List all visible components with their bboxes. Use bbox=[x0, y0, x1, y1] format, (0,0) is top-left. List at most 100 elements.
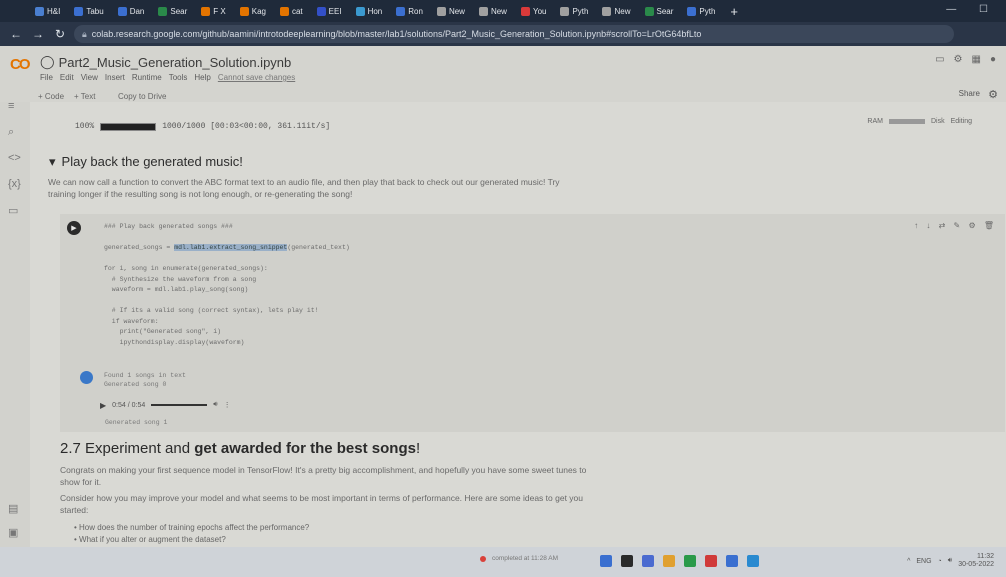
audio-seek-bar[interactable] bbox=[151, 404, 208, 406]
browser-tab[interactable]: You bbox=[516, 3, 552, 19]
browser-tab[interactable]: Dan bbox=[113, 3, 150, 19]
reload-icon[interactable]: ↻ bbox=[52, 27, 68, 41]
volume-icon[interactable]: 🔊︎ bbox=[213, 401, 217, 409]
avatar[interactable]: ● bbox=[990, 54, 996, 65]
code-snippets-icon[interactable]: {x} bbox=[8, 178, 21, 190]
code-editor[interactable]: ### Play back generated songs ### generat… bbox=[104, 222, 350, 348]
play-icon[interactable]: ▶ bbox=[100, 401, 106, 410]
add-text-button[interactable]: + Text bbox=[74, 92, 95, 101]
toc-icon[interactable]: ≡ bbox=[8, 100, 14, 112]
more-options-icon[interactable]: ⋮ bbox=[224, 401, 231, 409]
tab-favicon-icon bbox=[239, 6, 249, 16]
notebook-title-text[interactable]: Part2_Music_Generation_Solution.ipynb bbox=[59, 55, 292, 70]
audio-player[interactable]: ▶ 0:54 / 0:54 🔊︎ ⋮ bbox=[100, 397, 270, 413]
tab-label: You bbox=[532, 6, 547, 16]
cell-toolbar[interactable]: ↑ ↓ ⇄ ✎ ⚙ 🗑︎ bbox=[914, 221, 997, 230]
browser-tab[interactable]: Sear bbox=[640, 3, 679, 19]
section-heading: ▾ Play back the generated music! bbox=[49, 154, 243, 170]
tab-favicon-icon bbox=[560, 6, 570, 16]
search-icon[interactable]: ⌕ bbox=[8, 126, 14, 139]
collapse-chevron-icon[interactable]: ▾ bbox=[49, 154, 56, 170]
progress-fill bbox=[101, 123, 156, 130]
resource-monitor[interactable]: RAM Disk Editing bbox=[867, 118, 972, 125]
new-tab-button[interactable]: + bbox=[724, 3, 744, 19]
editing-label[interactable]: Editing bbox=[951, 118, 972, 125]
browser-tab[interactable]: H&I bbox=[30, 3, 65, 19]
windows-start-icon[interactable] bbox=[600, 555, 612, 567]
menu-view[interactable]: View bbox=[81, 73, 98, 82]
browser-tab[interactable]: New bbox=[597, 3, 635, 19]
tab-favicon-icon bbox=[201, 6, 211, 16]
code-line: waveform = mdl.lab1.play_song(song) bbox=[104, 286, 249, 293]
tab-favicon-icon bbox=[117, 6, 127, 16]
menu-help[interactable]: Help bbox=[194, 73, 210, 82]
chrome-icon[interactable] bbox=[684, 555, 696, 567]
share-button[interactable]: Share bbox=[959, 89, 980, 98]
browser-tab[interactable]: EEI bbox=[312, 3, 347, 19]
tab-favicon-icon bbox=[316, 6, 326, 16]
menu-insert[interactable]: Insert bbox=[105, 73, 125, 82]
menu-bar: File Edit View Insert Runtime Tools Help… bbox=[40, 73, 295, 82]
menu-runtime[interactable]: Runtime bbox=[132, 73, 162, 82]
menu-tools[interactable]: Tools bbox=[169, 73, 188, 82]
search-taskbar-icon[interactable] bbox=[621, 555, 633, 567]
command-palette-icon[interactable]: ▤ bbox=[8, 502, 18, 515]
run-cell-button[interactable]: ▶ bbox=[67, 221, 81, 235]
url-field[interactable]: 🔒︎ colab.research.google.com/github/aami… bbox=[74, 25, 954, 43]
menu-file[interactable]: File bbox=[40, 73, 53, 82]
files-icon[interactable]: ▭ bbox=[8, 204, 18, 217]
clock[interactable]: 11:32 30-05-2022 bbox=[958, 553, 994, 569]
browser-tab[interactable]: cat bbox=[275, 3, 308, 19]
edge-icon[interactable] bbox=[747, 555, 759, 567]
browser-tab[interactable]: Ron bbox=[391, 3, 428, 19]
colab-logo[interactable]: CO bbox=[10, 56, 30, 73]
tab-favicon-icon bbox=[478, 6, 488, 16]
browser-tab[interactable]: New bbox=[432, 3, 470, 19]
experiment-heading: 2.7 Experiment and get awarded for the b… bbox=[60, 440, 420, 457]
notebook-title: ◯ Part2_Music_Generation_Solution.ipynb bbox=[40, 54, 291, 70]
left-sidebar: ≡ ⌕ <> {x} ▭ ▤ ▣ bbox=[0, 100, 30, 547]
github-icon: ◯ bbox=[40, 54, 55, 69]
browser-tab[interactable]: Pyth bbox=[555, 3, 593, 19]
browser-tab[interactable]: Sear bbox=[153, 3, 192, 19]
app-icon[interactable] bbox=[705, 555, 717, 567]
window-controls[interactable]: — ☐ bbox=[946, 4, 998, 15]
browser-tab[interactable]: New bbox=[474, 3, 512, 19]
word-icon[interactable] bbox=[726, 555, 738, 567]
code-cell[interactable]: ▶ ↑ ↓ ⇄ ✎ ⚙ 🗑︎ ### Play back generated s… bbox=[60, 214, 1005, 432]
wifi-icon[interactable]: ◔ bbox=[938, 558, 942, 565]
ram-bar bbox=[888, 119, 925, 124]
speaker-icon[interactable]: 🔊︎ bbox=[948, 557, 952, 565]
tab-label: Tabu bbox=[86, 6, 104, 16]
tab-label: Sear bbox=[656, 6, 674, 16]
congrats-paragraph: Congrats on making your first sequence m… bbox=[60, 464, 680, 488]
variables-icon[interactable]: <> bbox=[8, 152, 21, 164]
settings-icon[interactable]: ⚙ bbox=[988, 88, 998, 101]
tray-chevron-icon[interactable]: ^ bbox=[907, 558, 910, 565]
progress-output: 100% 1000/1000 [00:03<00:00, 361.11it/s] bbox=[75, 122, 330, 131]
comment-icon[interactable]: ▭ bbox=[935, 54, 944, 65]
task-view-icon[interactable] bbox=[642, 555, 654, 567]
add-code-button[interactable]: + Code bbox=[38, 92, 64, 101]
save-status[interactable]: Cannot save changes bbox=[218, 73, 295, 82]
terminal-icon[interactable]: ▣ bbox=[8, 526, 18, 539]
settings-gear-icon[interactable]: ⚙ bbox=[954, 54, 963, 65]
copy-to-drive-button[interactable]: Copy to Drive bbox=[118, 92, 166, 101]
tab-label: Pyth bbox=[699, 6, 716, 16]
bullet-text: What if you alter or augment the dataset… bbox=[79, 535, 226, 544]
tab-label: New bbox=[448, 6, 465, 16]
apps-icon[interactable]: ▦ bbox=[972, 54, 981, 65]
tab-label: Pyth bbox=[572, 6, 589, 16]
tab-favicon-icon bbox=[602, 6, 612, 16]
forward-icon[interactable]: → bbox=[30, 27, 46, 41]
browser-tab[interactable]: Pyth bbox=[682, 3, 720, 19]
back-icon[interactable]: ← bbox=[8, 27, 24, 41]
browser-tab[interactable]: Tabu bbox=[69, 3, 108, 19]
browser-tab[interactable]: F X bbox=[196, 3, 230, 19]
tray-lang[interactable]: ENG bbox=[916, 558, 931, 565]
browser-tab[interactable]: Hon bbox=[351, 3, 388, 19]
browser-tab[interactable]: Kag bbox=[235, 3, 271, 19]
menu-edit[interactable]: Edit bbox=[60, 73, 74, 82]
file-explorer-icon[interactable] bbox=[663, 555, 675, 567]
output-icon[interactable] bbox=[80, 371, 93, 384]
